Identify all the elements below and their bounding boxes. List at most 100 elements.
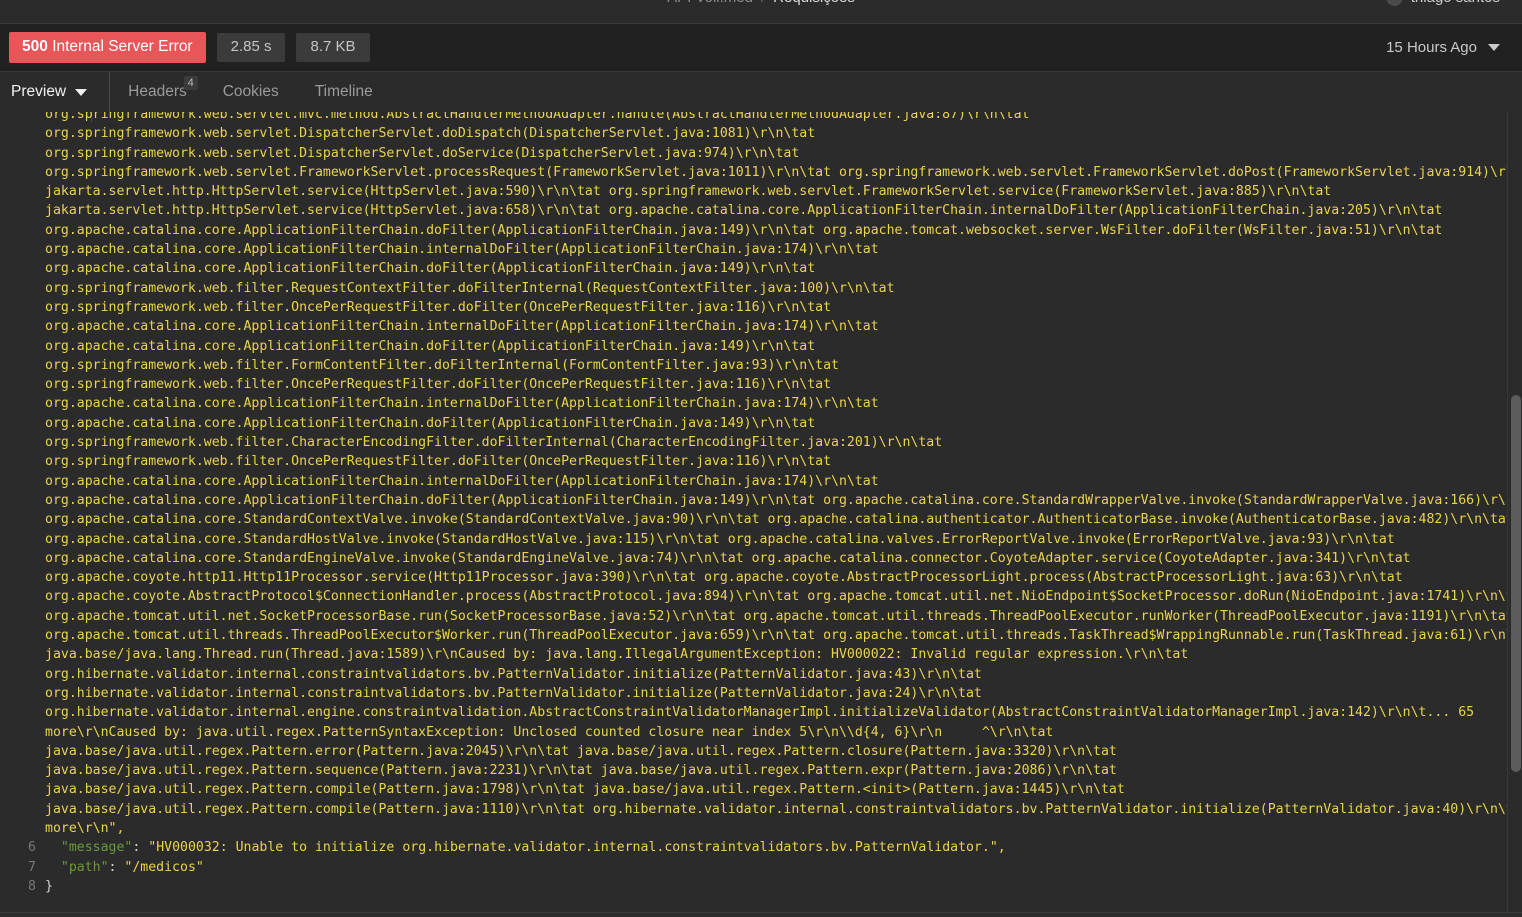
status-code: 500 (22, 38, 48, 56)
code-line: org.apache.coyote.AbstractProtocol$Conne… (0, 587, 1522, 606)
code-line: org.springframework.web.filter.FormConte… (0, 356, 1522, 375)
code-line-content: org.apache.catalina.core.ApplicationFilt… (45, 261, 816, 277)
code-line-content: org.springframework.web.servlet.Dispatch… (45, 126, 816, 142)
chevron-down-icon (1488, 44, 1500, 51)
vertical-scrollbar-thumb[interactable] (1511, 395, 1521, 772)
line-number (0, 587, 45, 606)
code-line-content: org.apache.catalina.core.ApplicationFilt… (45, 492, 1522, 508)
breadcrumb-separator: / (761, 0, 765, 6)
code-line: org.apache.catalina.core.StandardEngineV… (0, 549, 1522, 568)
response-tab-bar: Preview Headers 4 Cookies Timeline (0, 72, 1522, 112)
code-line: org.springframework.web.servlet.mvc.meth… (0, 112, 1522, 124)
status-text: Internal Server Error (52, 38, 193, 56)
code-line: more\r\n", (0, 819, 1522, 838)
response-body-viewer[interactable]: org.springframework.web.servlet.mvc.meth… (0, 112, 1522, 912)
line-number (0, 452, 45, 471)
code-line: org.apache.catalina.core.ApplicationFilt… (0, 259, 1522, 278)
breadcrumb-current[interactable]: Requisições (773, 0, 855, 6)
line-number (0, 375, 45, 394)
code-line: java.base/java.util.regex.Pattern.compil… (0, 780, 1522, 799)
user-menu[interactable]: thiago santos (1385, 0, 1500, 6)
code-line: more\r\nCaused by: java.util.regex.Patte… (0, 723, 1522, 742)
code-line-content: org.apache.catalina.core.ApplicationFilt… (45, 396, 879, 412)
code-line-content: org.apache.coyote.AbstractProtocol$Conne… (45, 589, 1522, 605)
code-line-content: java.base/java.util.regex.Pattern.compil… (45, 782, 1125, 798)
breadcrumb-project[interactable]: API Voll.med (667, 0, 753, 6)
code-line: org.springframework.web.filter.RequestCo… (0, 279, 1522, 298)
code-line: java.base/java.util.regex.Pattern.sequen… (0, 761, 1522, 780)
line-number (0, 800, 45, 819)
code-line-content: "message": "HV000032: Unable to initiali… (60, 840, 1006, 856)
response-timestamp-dropdown[interactable]: 15 Hours Ago (1386, 39, 1522, 56)
code-line: jakarta.servlet.http.HttpServlet.service… (0, 182, 1522, 201)
code-line-content: org.springframework.web.servlet.mvc.meth… (45, 112, 1030, 122)
tab-preview[interactable]: Preview (0, 72, 111, 112)
code-line: org.apache.catalina.core.ApplicationFilt… (0, 221, 1522, 240)
line-number (0, 510, 45, 529)
response-time-pill: 2.85 s (216, 32, 286, 63)
json-key: "message" (60, 840, 133, 856)
breadcrumb-bar: API Voll.med / Requisições thiago santos (0, 0, 1522, 23)
line-number: 7 (28, 859, 36, 875)
line-number (0, 645, 45, 664)
code-line-content: java.base/java.lang.Thread.run(Thread.ja… (45, 647, 1189, 663)
code-line: org.apache.tomcat.util.threads.ThreadPoo… (0, 626, 1522, 645)
line-number (0, 337, 45, 356)
line-number (0, 684, 45, 703)
code-line-content: org.apache.catalina.core.StandardContext… (45, 512, 1514, 528)
tab-timeline[interactable]: Timeline (297, 72, 391, 112)
code-line-content: org.apache.tomcat.util.net.SocketProcess… (45, 608, 1514, 624)
code-line-content: org.apache.catalina.core.ApplicationFilt… (45, 338, 816, 354)
code-line-content: java.base/java.util.regex.Pattern.sequen… (45, 763, 1117, 779)
line-number (0, 530, 45, 549)
code-line: org.hibernate.validator.internal.constra… (0, 684, 1522, 703)
code-line-content: more\r\nCaused by: java.util.regex.Patte… (45, 724, 1054, 740)
code-lines-container: org.springframework.web.servlet.mvc.meth… (0, 112, 1522, 900)
code-line: java.base/java.util.regex.Pattern.compil… (0, 800, 1522, 819)
response-status-bar: 500 Internal Server Error 2.85 s 8.7 KB … (0, 23, 1522, 72)
code-line: org.apache.tomcat.util.net.SocketProcess… (0, 607, 1522, 626)
code-line: org.apache.coyote.http11.Http11Processor… (0, 568, 1522, 587)
line-number (0, 568, 45, 587)
code-line-content: org.apache.catalina.core.StandardEngineV… (45, 550, 1411, 566)
line-number (0, 240, 45, 259)
code-line: org.springframework.web.filter.Character… (0, 433, 1522, 452)
code-line-content: "path": "/medicos" (60, 859, 204, 875)
code-line: 8} (0, 877, 1522, 896)
line-number (0, 433, 45, 452)
line-number (0, 414, 45, 433)
user-name: thiago santos (1411, 0, 1500, 6)
line-number (0, 761, 45, 780)
code-line-content: org.springframework.web.servlet.Framewor… (45, 164, 1522, 180)
line-number (0, 491, 45, 510)
vertical-scrollbar[interactable] (1507, 112, 1522, 912)
tab-cookies[interactable]: Cookies (205, 72, 297, 112)
status-badge: 500 Internal Server Error (9, 32, 206, 63)
line-number (0, 665, 45, 684)
line-number: 6 (28, 840, 36, 856)
code-line-content: jakarta.servlet.http.HttpServlet.service… (45, 203, 1443, 219)
line-number (0, 742, 45, 761)
code-line-content: jakarta.servlet.http.HttpServlet.service… (45, 184, 1332, 200)
code-line: 6 "message": "HV000032: Unable to initia… (0, 838, 1522, 857)
code-line-content: org.apache.catalina.core.ApplicationFilt… (45, 222, 1443, 238)
code-line-content: org.apache.catalina.core.StandardHostVal… (45, 531, 1395, 547)
code-line: org.springframework.web.filter.OncePerRe… (0, 452, 1522, 471)
line-number (0, 472, 45, 491)
code-line: org.hibernate.validator.internal.engine.… (0, 703, 1522, 722)
code-line-content: org.springframework.web.filter.OncePerRe… (45, 377, 832, 393)
line-number (0, 723, 45, 742)
tab-cookies-label: Cookies (222, 83, 279, 100)
code-line: org.apache.catalina.core.ApplicationFilt… (0, 240, 1522, 259)
line-number (0, 549, 45, 568)
code-line-content: more\r\n", (45, 820, 125, 836)
bottom-edge (0, 912, 1522, 917)
line-number (0, 317, 45, 336)
code-line-content: org.hibernate.validator.internal.engine.… (45, 705, 1475, 721)
json-key: "path" (60, 859, 109, 875)
code-line-content: org.apache.tomcat.util.threads.ThreadPoo… (45, 628, 1522, 644)
code-line-content: org.springframework.web.filter.Character… (45, 435, 943, 451)
chevron-down-icon (75, 88, 88, 96)
line-number: 8 (28, 878, 36, 894)
tab-headers[interactable]: Headers 4 (110, 72, 205, 112)
